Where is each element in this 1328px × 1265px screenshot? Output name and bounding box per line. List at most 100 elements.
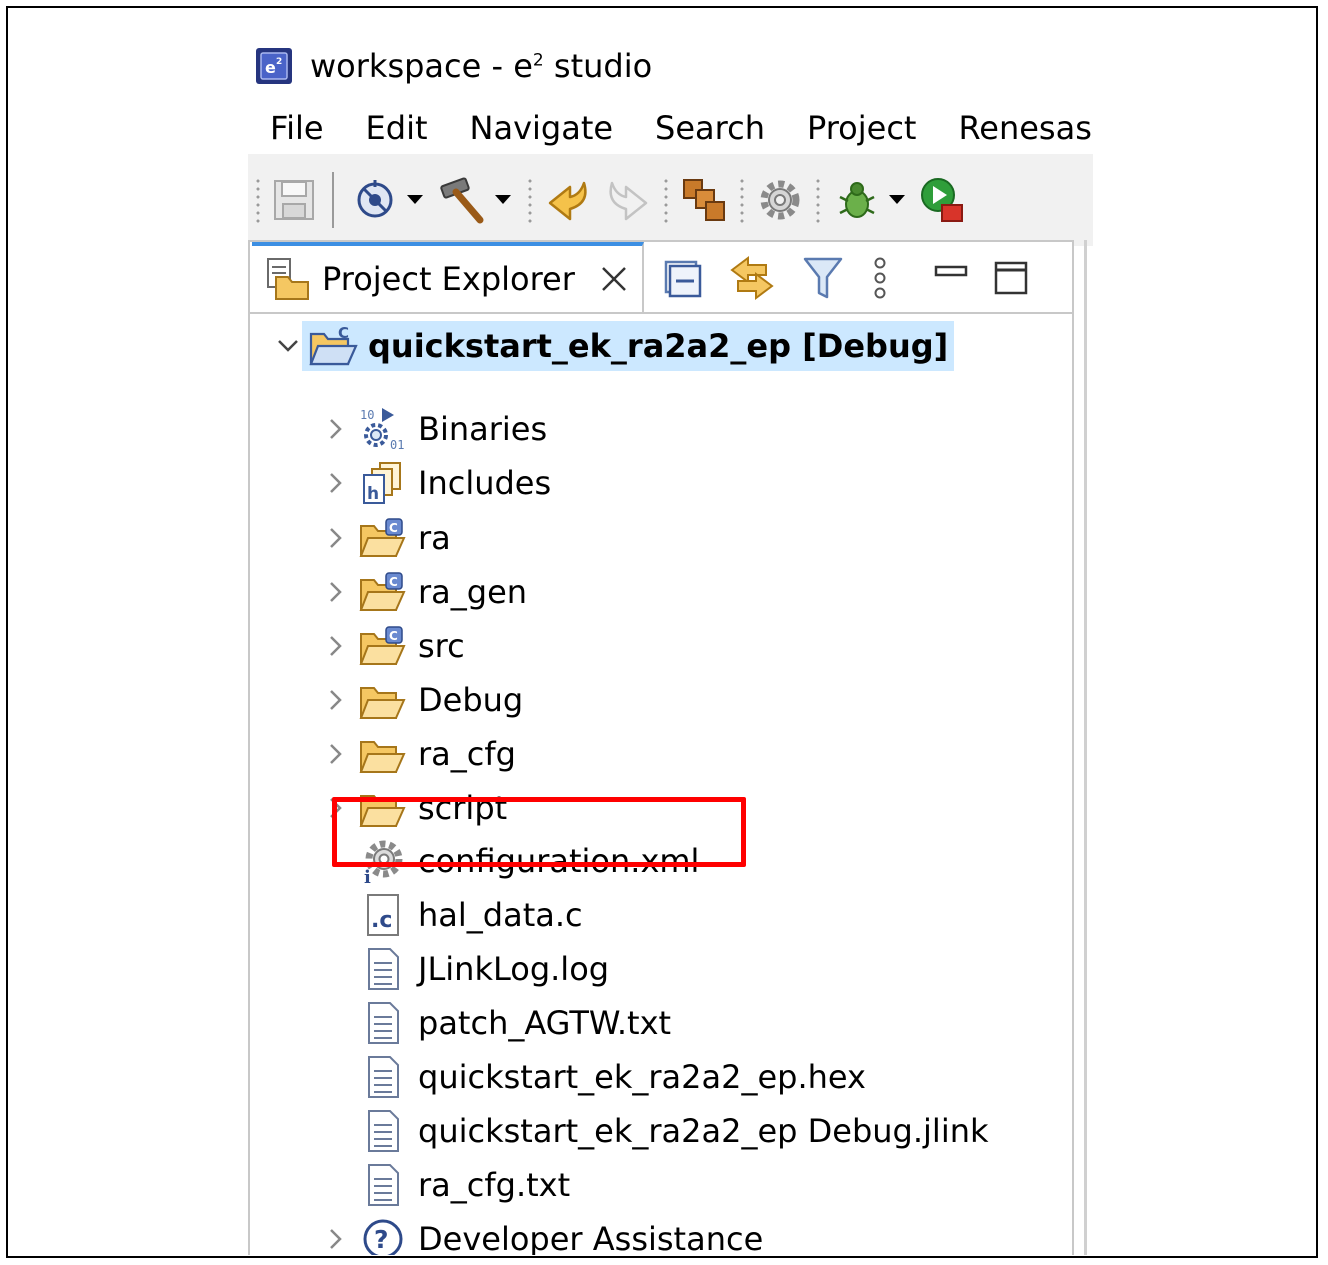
tree-expander[interactable] [322,632,350,660]
menu-bar: File Edit Navigate Search Project Renesa… [270,104,1093,152]
tree-item-patch-agtw[interactable]: patch_AGTW.txt [350,998,671,1048]
toolbar-grip[interactable] [664,177,668,223]
tree-project-label: quickstart_ek_ra2a2_ep [Debug] [368,327,949,365]
svg-text:i: i [364,867,371,885]
tree-item-quickstart-hex[interactable]: quickstart_ek_ra2a2_ep.hex [350,1052,866,1102]
tree-expander[interactable] [322,578,350,606]
tree-selection: C quickstart_ek_ra2a2_ep [Debug] [302,321,955,371]
toolbar-grip[interactable] [816,177,820,223]
svg-text:01: 01 [390,438,404,452]
close-icon[interactable] [599,264,629,294]
save-button[interactable] [272,172,316,228]
link-with-editor-icon [730,256,774,300]
view-tab-bar: Project Explorer [250,242,1072,314]
debug-button[interactable] [832,172,882,228]
tree-item-ra[interactable]: C ra [322,513,451,563]
tree-item-binaries[interactable]: 10 01 Binaries [322,404,547,454]
menu-renesas-views[interactable]: Renesas V [958,109,1093,147]
filter-button[interactable] [802,255,844,301]
chevron-right-icon [330,636,342,656]
toolbar-grip[interactable] [528,177,532,223]
minimize-view-button[interactable] [934,261,968,295]
tree-expander[interactable] [322,686,350,714]
toolbar-separator [332,172,334,228]
menu-navigate[interactable]: Navigate [470,109,614,147]
tree-item-label: ra [418,519,451,557]
folder-icon [358,676,408,724]
collapse-all-button[interactable] [662,258,702,298]
folder-icon [358,730,408,778]
bug-icon [839,182,875,218]
tree-item-ra-gen[interactable]: C ra_gen [322,567,527,617]
c-project-folder-icon: C [309,324,358,366]
toolbar-grip[interactable] [256,177,260,223]
tab-label: Project Explorer [322,260,575,298]
chevron-right-icon [330,690,342,710]
toolbar-grip[interactable] [740,177,744,223]
tree-project-root[interactable]: C quickstart_ek_ra2a2_ep [Debug] [274,321,955,371]
tree-item-label: patch_AGTW.txt [418,1004,672,1042]
tree-item-src[interactable]: C src [322,621,465,671]
tree-item-label: JLinkLog.log [418,950,610,988]
maximize-view-button[interactable] [994,261,1028,295]
settings-button[interactable] [756,172,804,228]
filter-icon [803,257,843,299]
tree-expander[interactable] [322,415,350,443]
run-button[interactable] [918,172,964,228]
debug-dropdown[interactable] [886,190,908,210]
build-config-button[interactable] [350,172,400,228]
tree-expander[interactable] [274,332,302,360]
view-splitter[interactable] [1084,240,1087,1255]
tree-expander[interactable] [322,1225,350,1253]
tab-project-explorer[interactable]: Project Explorer [252,242,644,312]
tree-item-label: Binaries [418,410,548,448]
text-file-icon [358,1107,408,1155]
dropdown-arrow-icon [889,195,905,204]
tree-item-includes[interactable]: h Includes [322,458,551,508]
tree-item-label: Debug [418,681,524,719]
menu-search[interactable]: Search [655,109,765,147]
tree-item-label: Developer Assistance [418,1220,764,1255]
run-icon [921,178,963,222]
tree-item-label: quickstart_ek_ra2a2_ep.hex [418,1058,866,1096]
tree-item-debug[interactable]: Debug [322,675,523,725]
tree-expander[interactable] [322,469,350,497]
svg-text:e: e [265,58,276,77]
source-folder-icon: C [358,514,408,562]
dropdown-arrow-icon [407,195,423,204]
chevron-right-icon [330,1229,342,1249]
chevron-right-icon [330,582,342,602]
binaries-icon: 10 01 [358,405,408,453]
svg-text:10: 10 [360,408,374,422]
tree-item-developer-assistance[interactable]: ? Developer Assistance [322,1214,763,1255]
undo-button[interactable] [544,172,594,228]
menu-edit[interactable]: Edit [366,109,428,147]
redo-button[interactable] [602,172,652,228]
text-file-icon [358,1161,408,1209]
text-file-icon [358,999,408,1047]
svg-text:C: C [389,629,398,643]
gear-icon [760,180,800,220]
view-menu-button[interactable] [870,255,890,301]
tree-item-hal-data-c[interactable]: .c hal_data.c [350,890,583,940]
tree-item-jlinklog[interactable]: JLinkLog.log [350,944,609,994]
tree-item-label: hal_data.c [418,896,583,934]
tree-item-ra-cfg-txt[interactable]: ra_cfg.txt [350,1160,570,1210]
build-config-dropdown[interactable] [404,190,426,210]
menu-project[interactable]: Project [807,109,916,147]
build-button[interactable] [436,172,488,228]
tree-item-quickstart-jlink[interactable]: quickstart_ek_ra2a2_ep Debug.jlink [350,1106,989,1156]
kebab-menu-icon [874,257,886,299]
tree-item-ra-cfg[interactable]: ra_cfg [322,729,516,779]
collapse-all-icon [664,260,702,298]
title-bar: e 2 workspace - e2 studio [248,40,652,92]
svg-text:C: C [389,575,398,589]
tree-expander[interactable] [322,740,350,768]
menu-file[interactable]: File [270,109,324,147]
link-with-editor-button[interactable] [728,254,776,302]
help-icon: ? [358,1215,408,1255]
build-dropdown[interactable] [492,190,514,210]
tree-expander[interactable] [322,524,350,552]
memory-usage-button[interactable] [680,172,728,228]
chevron-down-icon [278,340,298,352]
